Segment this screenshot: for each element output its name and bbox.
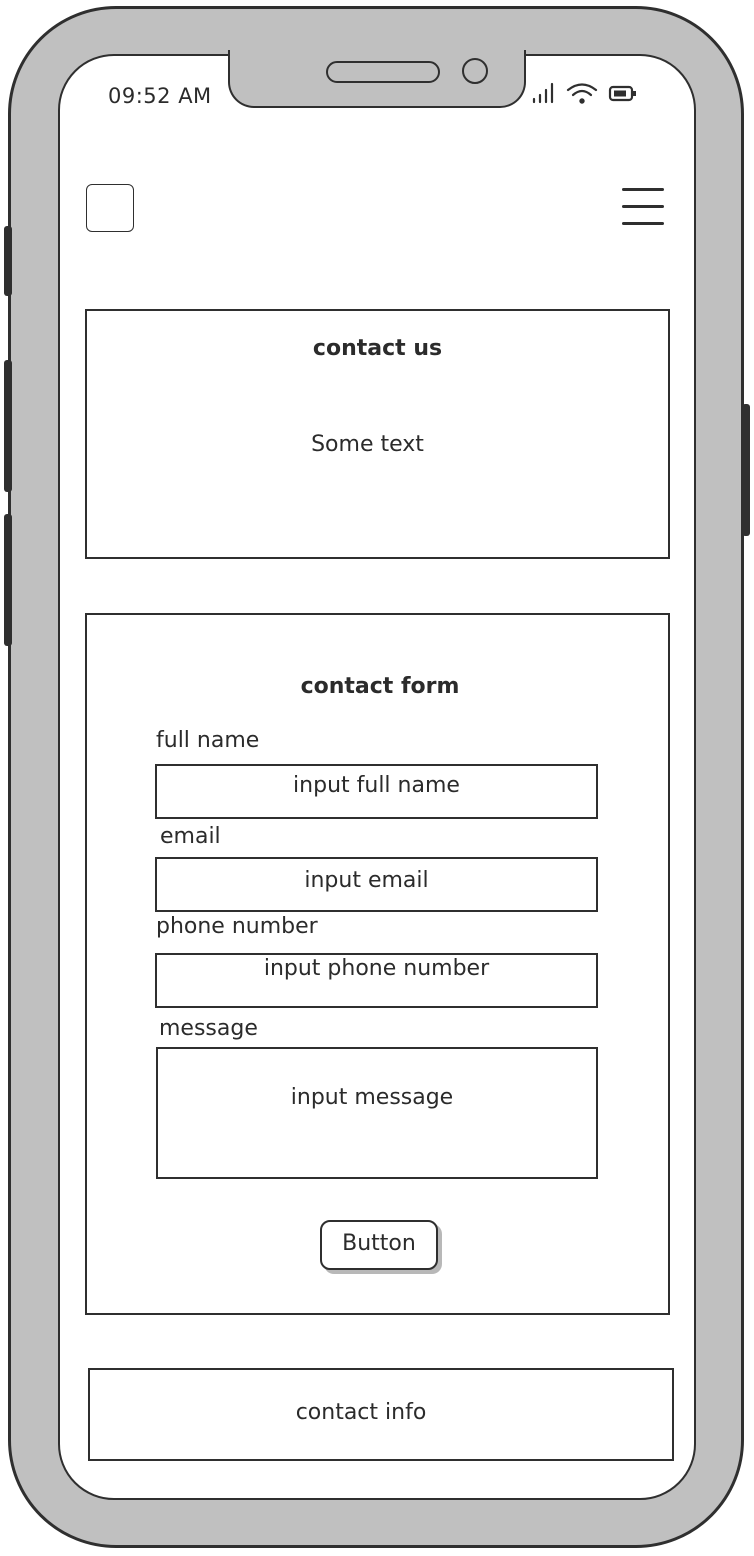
message-input[interactable]: input message bbox=[156, 1047, 598, 1179]
logo-placeholder[interactable] bbox=[86, 184, 134, 232]
wifi-icon bbox=[566, 83, 598, 104]
submit-button[interactable]: Button bbox=[320, 1220, 438, 1270]
full-name-input[interactable]: input full name bbox=[155, 764, 598, 819]
email-label: email bbox=[160, 824, 221, 849]
contact-us-text: Some text bbox=[311, 432, 424, 457]
full-name-label: full name bbox=[156, 728, 260, 753]
front-camera bbox=[462, 58, 488, 84]
signal-icon bbox=[532, 82, 554, 104]
contact-form-title: contact form bbox=[300, 674, 460, 699]
contact-us-title: contact us bbox=[312, 336, 443, 361]
status-time: 09:52 AM bbox=[108, 84, 212, 108]
message-label: message bbox=[159, 1016, 258, 1041]
speaker-grille bbox=[326, 61, 440, 83]
power-button bbox=[742, 404, 750, 536]
volume-up-button bbox=[4, 360, 12, 492]
status-icons bbox=[530, 80, 642, 106]
mute-switch bbox=[4, 226, 12, 296]
phone-number-label: phone number bbox=[156, 914, 318, 939]
email-input[interactable]: input email bbox=[155, 857, 598, 912]
phone-number-input[interactable]: input phone number bbox=[155, 953, 598, 1008]
volume-down-button bbox=[4, 514, 12, 646]
hamburger-menu-icon[interactable] bbox=[622, 186, 666, 228]
contact-info-text: contact info bbox=[295, 1400, 427, 1425]
battery-icon bbox=[608, 85, 636, 102]
